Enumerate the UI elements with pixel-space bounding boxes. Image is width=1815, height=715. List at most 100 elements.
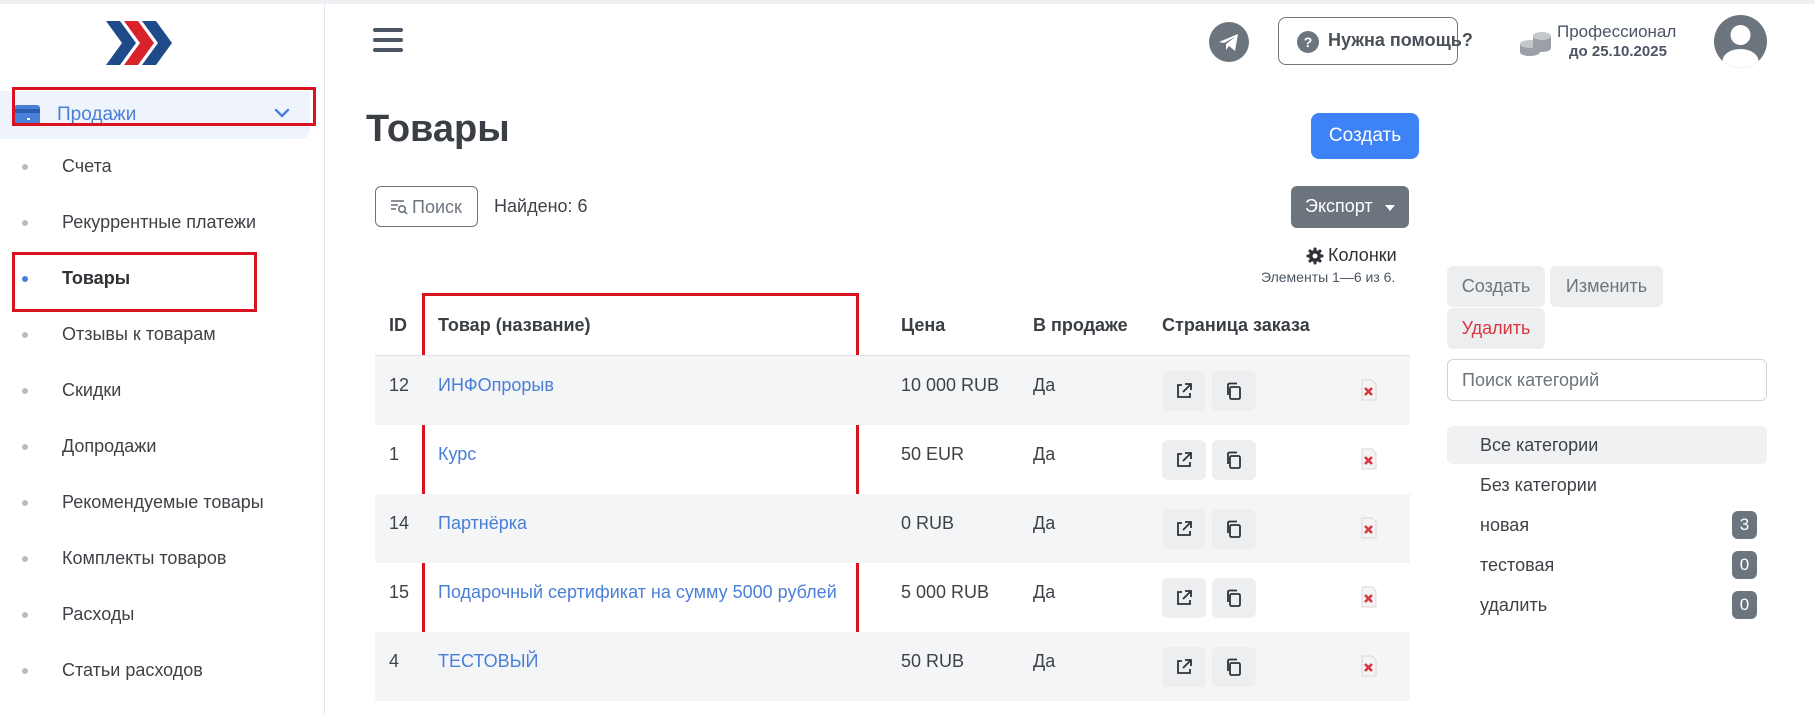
delete-icon[interactable]	[1359, 586, 1379, 608]
bullet-icon	[22, 332, 28, 338]
sidebar-section-sales[interactable]: Продажи	[0, 91, 310, 139]
delete-icon[interactable]	[1359, 448, 1379, 470]
table-row: 14 Партнёрка 0 RUB Да	[375, 494, 1410, 563]
product-name-link[interactable]: Курс	[438, 444, 476, 465]
open-order-page-button[interactable]	[1162, 440, 1206, 480]
cell-on-sale: Да	[1033, 444, 1056, 464]
copy-link-button[interactable]	[1212, 509, 1256, 549]
category-count-badge: 3	[1732, 511, 1757, 539]
category-name: тестовая	[1480, 555, 1555, 575]
filter-search-icon	[390, 199, 408, 215]
category-item-new[interactable]: новая 3	[1447, 506, 1767, 544]
search-button[interactable]: Поиск	[375, 186, 478, 227]
cell-id: 1	[389, 444, 400, 464]
cell-on-sale: Да	[1033, 651, 1056, 671]
column-header-id[interactable]: ID	[389, 315, 407, 336]
cell-id: 14	[389, 513, 410, 533]
brand-logo[interactable]	[106, 18, 184, 68]
help-button[interactable]: ? Нужна помощь?	[1278, 17, 1473, 65]
column-header-price[interactable]: Цена	[901, 315, 945, 336]
sidebar-item-expenses[interactable]: Расходы	[0, 595, 320, 635]
export-dropdown-button[interactable]: Экспорт	[1291, 186, 1409, 228]
category-search-field[interactable]	[1447, 359, 1767, 401]
avatar[interactable]	[1714, 15, 1767, 68]
copy-link-button[interactable]	[1212, 578, 1256, 618]
copy-link-button[interactable]	[1212, 371, 1256, 411]
export-button-label: Экспорт	[1305, 196, 1373, 216]
open-order-page-button[interactable]	[1162, 647, 1206, 687]
table-row: 1 Курс 50 EUR Да	[375, 425, 1410, 494]
menu-toggle-button[interactable]	[373, 28, 405, 56]
telegram-button[interactable]	[1209, 22, 1249, 62]
copy-icon	[1227, 589, 1241, 607]
sidebar-item-discounts[interactable]: Скидки	[0, 371, 320, 411]
sidebar-item-label: Рекомендуемые товары	[62, 492, 264, 512]
product-name-link[interactable]: ТЕСТОВЫЙ	[438, 651, 538, 672]
plan-expiry: до 25.10.2025	[1569, 43, 1667, 60]
open-order-page-button[interactable]	[1162, 371, 1206, 411]
delete-icon[interactable]	[1359, 379, 1379, 401]
bullet-icon	[22, 500, 28, 506]
category-name: удалить	[1480, 595, 1548, 615]
create-product-button[interactable]: Создать	[1311, 113, 1419, 159]
search-button-label: Поиск	[412, 197, 462, 217]
category-item-delete[interactable]: удалить 0	[1447, 586, 1767, 624]
cell-price: 0 RUB	[901, 513, 955, 533]
sidebar-item-label: Рекуррентные платежи	[62, 212, 257, 232]
chevron-down-icon[interactable]	[272, 103, 292, 123]
sidebar-item-recommended-products[interactable]: Рекомендуемые товары	[0, 483, 320, 523]
category-item-uncategorized[interactable]: Без категории	[1447, 466, 1767, 504]
hamburger-bar	[373, 28, 403, 32]
delete-icon[interactable]	[1359, 517, 1379, 539]
category-name: Без категории	[1480, 475, 1597, 495]
cell-on-sale: Да	[1033, 582, 1056, 602]
sidebar-section-label: Продажи	[57, 104, 137, 125]
open-order-page-button[interactable]	[1162, 509, 1206, 549]
bullet-icon	[22, 612, 28, 618]
category-name: Все категории	[1480, 435, 1599, 455]
sidebar-item-product-bundles[interactable]: Комплекты товаров	[0, 539, 320, 579]
sidebar-item-label: Товары	[62, 268, 131, 288]
sidebar-item-recurring-payments[interactable]: Рекуррентные платежи	[0, 203, 320, 243]
bullet-icon	[22, 556, 28, 562]
sidebar-item-upsells[interactable]: Допродажи	[0, 427, 320, 467]
product-name-link[interactable]: Партнёрка	[438, 513, 527, 534]
question-icon: ?	[1297, 31, 1319, 53]
product-name-link[interactable]: Подарочный сертификат на сумму 5000 рубл…	[438, 582, 837, 603]
gear-icon	[1306, 247, 1324, 265]
edit-category-button[interactable]: Изменить	[1550, 266, 1663, 307]
plan-name: Профессионал	[1557, 22, 1677, 41]
category-count-badge: 0	[1732, 551, 1757, 579]
hamburger-bar	[373, 38, 403, 42]
external-link-icon	[1177, 521, 1192, 536]
sidebar-item-label: Отзывы к товарам	[62, 324, 216, 344]
category-count-badge: 0	[1732, 591, 1757, 619]
delete-category-button[interactable]: Удалить	[1447, 308, 1545, 349]
sidebar-item-product-reviews[interactable]: Отзывы к товарам	[0, 315, 320, 355]
copy-icon	[1227, 451, 1241, 469]
cell-price: 5 000 RUB	[901, 582, 990, 602]
category-item-test[interactable]: тестовая 0	[1447, 546, 1767, 584]
sidebar-item-products[interactable]: Товары	[0, 259, 320, 299]
open-order-page-button[interactable]	[1162, 578, 1206, 618]
cell-on-sale: Да	[1033, 513, 1056, 533]
product-name-link[interactable]: ИНФОпрорыв	[438, 375, 554, 396]
sidebar-item-invoices[interactable]: Счета	[0, 147, 320, 187]
items-range: Элементы 1—6 из 6.	[1261, 269, 1396, 285]
create-category-button[interactable]: Создать	[1447, 266, 1545, 307]
column-header-on-sale[interactable]: В продаже	[1033, 315, 1128, 336]
external-link-icon	[1177, 452, 1192, 467]
card-icon	[14, 105, 40, 125]
delete-icon[interactable]	[1359, 655, 1379, 677]
copy-link-button[interactable]	[1212, 647, 1256, 687]
bullet-icon	[22, 388, 28, 394]
copy-link-button[interactable]	[1212, 440, 1256, 480]
external-link-icon	[1177, 590, 1192, 605]
column-header-order-page: Страница заказа	[1162, 315, 1310, 335]
category-item-all[interactable]: Все категории	[1447, 426, 1767, 464]
column-header-name[interactable]: Товар (название)	[438, 315, 591, 336]
category-name: новая	[1480, 515, 1530, 535]
category-search-input[interactable]	[1462, 370, 1752, 391]
cell-id: 12	[389, 375, 410, 395]
sidebar-item-expense-items[interactable]: Статьи расходов	[0, 651, 320, 691]
